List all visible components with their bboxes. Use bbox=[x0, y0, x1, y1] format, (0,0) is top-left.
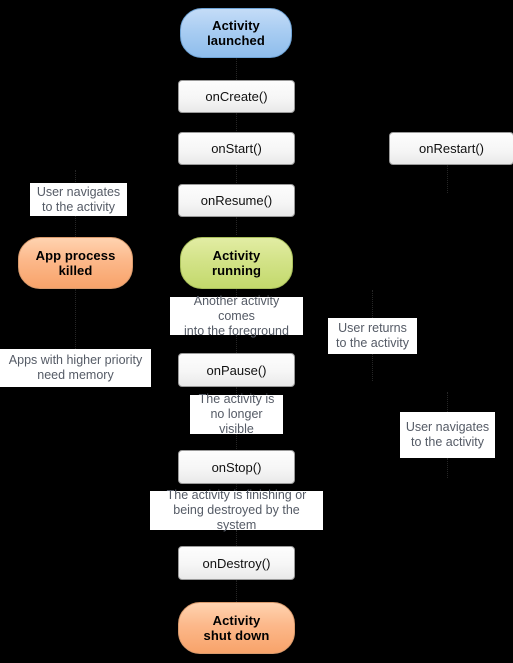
state-activity-launched-line1: Activity bbox=[212, 18, 260, 33]
note-another-activity-foreground: Another activity comes into the foregrou… bbox=[170, 293, 303, 338]
state-activity-shut-down: Activity shut down bbox=[178, 602, 295, 654]
note-apps-higher-priority: Apps with higher priority need memory bbox=[0, 349, 151, 387]
connector-note-navigate-top bbox=[75, 170, 76, 184]
connector-user-navigates-right-up bbox=[447, 392, 448, 412]
state-activity-running-line2: running bbox=[211, 263, 262, 278]
note-user-returns: User returns to the activity bbox=[328, 318, 417, 354]
note-user-returns-line2: to the activity bbox=[336, 336, 409, 350]
state-app-process-killed: App process killed bbox=[18, 237, 133, 289]
state-app-process-killed-line1: App process bbox=[35, 248, 116, 263]
method-label-onresume: onResume() bbox=[200, 193, 273, 208]
method-label-onrestart: onRestart() bbox=[418, 141, 485, 156]
note-no-longer-visible-line1: The activity is bbox=[198, 392, 275, 406]
note-activity-finishing-line1: The activity is finishing or bbox=[166, 488, 307, 502]
connector-launched-to-oncreate bbox=[236, 58, 237, 80]
note-activity-finishing-line2: being destroyed by the system bbox=[173, 503, 300, 532]
note-user-navigates-right-line2: to the activity bbox=[411, 435, 484, 449]
method-label-oncreate: onCreate() bbox=[205, 89, 268, 104]
connector-running-to-user-returns bbox=[372, 290, 373, 318]
note-user-navigates-right: User navigates to the activity bbox=[400, 412, 495, 458]
note-no-longer-visible-line2: no longer visible bbox=[210, 407, 263, 436]
connector-killed-to-memory-note bbox=[75, 289, 76, 349]
note-another-activity-foreground-line1: Another activity comes bbox=[193, 293, 280, 323]
connector-ondestroy-to-shutdown bbox=[236, 580, 237, 602]
note-user-returns-line1: User returns bbox=[338, 321, 407, 335]
method-box-onrestart: onRestart() bbox=[389, 132, 513, 165]
method-label-onstart: onStart() bbox=[211, 141, 262, 156]
state-activity-shut-down-line2: shut down bbox=[203, 628, 270, 643]
note-user-navigates-right-line1: User navigates bbox=[405, 420, 490, 434]
connector-user-returns-down bbox=[372, 353, 373, 381]
method-box-onstart: onStart() bbox=[178, 132, 295, 165]
state-activity-running-line1: Activity bbox=[212, 248, 261, 263]
method-label-onpause: onPause() bbox=[206, 362, 267, 378]
method-label-ondestroy: onDestroy() bbox=[202, 555, 271, 571]
activity-lifecycle-diagram: Activity launched App process killed Act… bbox=[0, 0, 513, 663]
state-activity-launched: Activity launched bbox=[180, 8, 292, 58]
note-user-navigates-left-line2: to the activity bbox=[42, 199, 115, 214]
note-user-navigates-left-line1: User navigates bbox=[36, 184, 121, 199]
state-activity-launched-line2: launched bbox=[207, 33, 265, 48]
note-apps-higher-priority-line2: need memory bbox=[37, 368, 114, 382]
state-activity-shut-down-line1: Activity bbox=[212, 613, 261, 628]
method-box-onpause: onPause() bbox=[178, 353, 295, 387]
note-no-longer-visible: The activity is no longer visible bbox=[190, 392, 283, 436]
note-activity-finishing: The activity is finishing or being destr… bbox=[150, 488, 323, 532]
note-another-activity-foreground-line2: into the foreground bbox=[184, 323, 289, 338]
connector-onrestart-down bbox=[447, 165, 448, 193]
method-box-oncreate: onCreate() bbox=[178, 80, 295, 113]
method-box-ondestroy: onDestroy() bbox=[178, 546, 295, 580]
connector-onresume-to-running bbox=[236, 217, 237, 235]
connector-user-navigates-right-down bbox=[447, 458, 448, 478]
method-label-onstop: onStop() bbox=[211, 459, 262, 475]
connector-onstart-to-onresume bbox=[236, 165, 237, 183]
method-box-onresume: onResume() bbox=[178, 184, 295, 217]
state-activity-running: Activity running bbox=[180, 237, 293, 289]
note-apps-higher-priority-line1: Apps with higher priority bbox=[8, 353, 143, 367]
connector-navigate-to-killed bbox=[75, 215, 76, 237]
method-box-onstop: onStop() bbox=[178, 450, 295, 484]
state-app-process-killed-line2: killed bbox=[58, 263, 93, 278]
note-user-navigates-left: User navigates to the activity bbox=[30, 183, 127, 216]
